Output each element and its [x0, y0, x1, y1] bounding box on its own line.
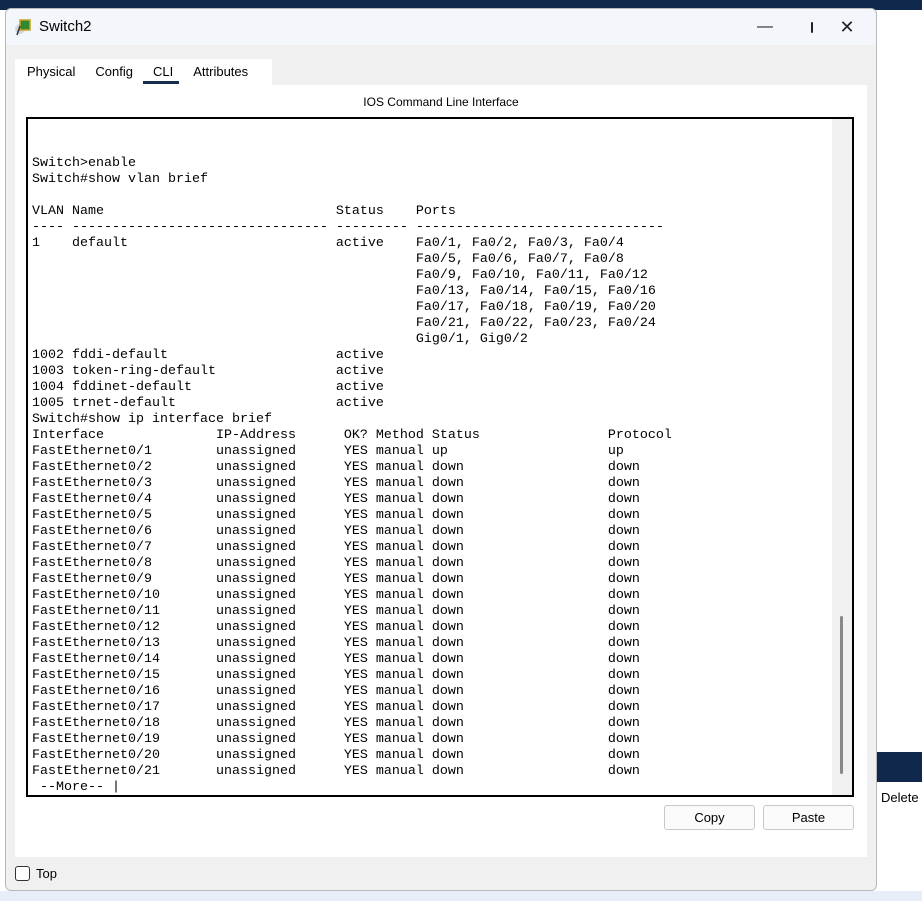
window-title: Switch2 — [39, 18, 92, 35]
scrollbar-thumb[interactable] — [840, 616, 843, 774]
terminal[interactable]: Switch>enable Switch#show vlan brief VLA… — [26, 117, 854, 797]
tab-attributes[interactable]: Attributes — [181, 59, 256, 85]
top-checkbox-row[interactable]: Top — [15, 866, 57, 881]
top-checkbox[interactable] — [15, 866, 30, 881]
paste-button[interactable]: Paste — [763, 805, 854, 830]
tab-cli[interactable]: CLI — [141, 59, 181, 85]
terminal-scrollbar[interactable] — [832, 119, 852, 795]
tab-physical[interactable]: Physical — [15, 59, 83, 85]
top-checkbox-label: Top — [36, 866, 57, 881]
tab-bar: Physical Config CLI Attributes — [15, 59, 272, 85]
tab-config[interactable]: Config — [83, 59, 141, 85]
switch-app-icon — [15, 19, 31, 36]
close-button[interactable]: ✕ — [824, 9, 870, 45]
copy-button[interactable]: Copy — [664, 805, 755, 830]
title-bar[interactable]: Switch2 — ✕ — [6, 9, 876, 45]
cli-panel: IOS Command Line Interface Switch>enable… — [15, 85, 867, 857]
taskbar-edge — [0, 891, 922, 901]
terminal-output[interactable]: Switch>enable Switch#show vlan brief VLA… — [32, 119, 672, 795]
cli-heading: IOS Command Line Interface — [363, 95, 519, 109]
background-delete-label[interactable]: Delete — [881, 790, 919, 805]
maximize-button[interactable] — [766, 9, 813, 45]
background-window-header — [877, 752, 922, 782]
switch-window: Switch2 — ✕ Physical Config CLI Attribut… — [5, 8, 877, 891]
